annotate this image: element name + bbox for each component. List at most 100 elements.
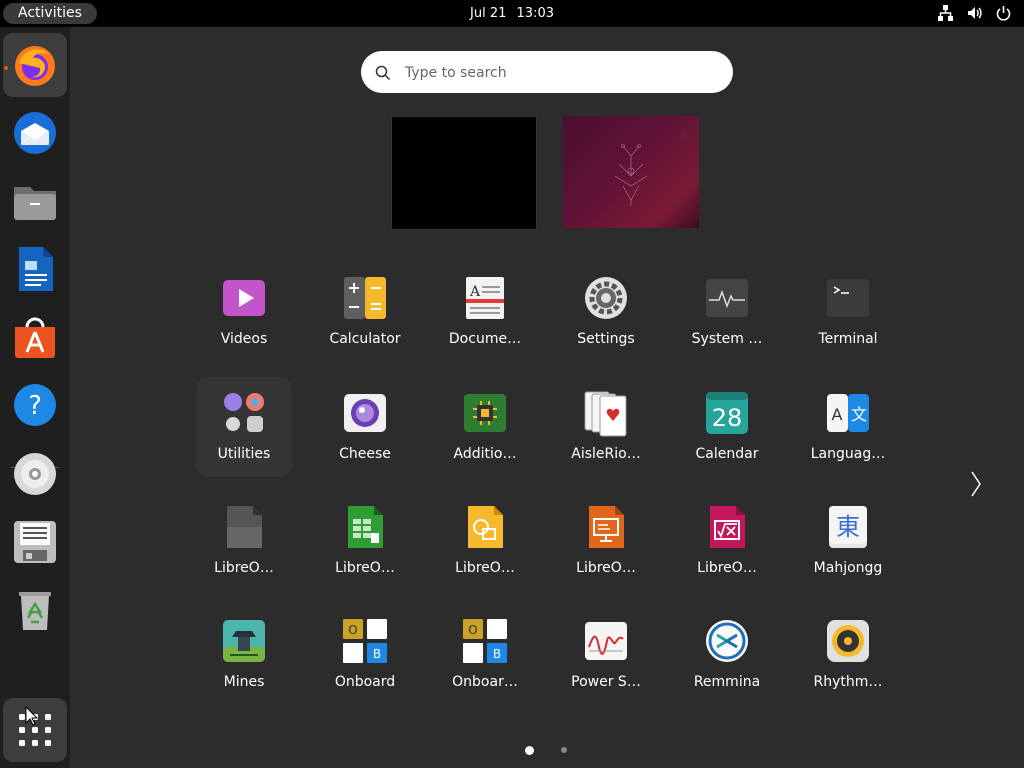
app-label: LibreO… (576, 560, 636, 576)
app-calculator[interactable]: Calculator (317, 262, 413, 362)
dock-trash[interactable] (3, 578, 67, 642)
dock-thunderbird[interactable] (3, 101, 67, 165)
mines-icon (223, 620, 265, 662)
app-system-monitor[interactable]: System … (679, 262, 775, 362)
trash-icon (19, 592, 51, 630)
page-indicator-1[interactable] (525, 746, 534, 755)
remmina-icon (706, 620, 748, 662)
network-icon[interactable] (937, 4, 954, 22)
app-document-viewer[interactable]: A Docume… (437, 262, 533, 362)
help-icon: ? (14, 384, 56, 426)
calendar-icon: 28 (706, 392, 748, 434)
wallpaper-mascot-image (614, 130, 687, 206)
app-settings[interactable]: Settings (558, 262, 654, 362)
app-utilities-folder[interactable]: Utilities (196, 377, 292, 477)
calendar-day-badge: 28 (712, 404, 743, 432)
libreoffice-math-icon (710, 506, 745, 548)
thunderbird-icon (14, 112, 56, 154)
app-language-support[interactable]: A文 Languag… (800, 377, 896, 477)
app-libreoffice-calc[interactable]: LibreO… (317, 491, 413, 591)
dock-disc[interactable] (3, 442, 67, 506)
app-label: System … (691, 331, 763, 347)
terminal-icon (827, 279, 869, 317)
app-libreoffice-impress[interactable]: LibreO… (558, 491, 654, 591)
dock-help[interactable]: ? (3, 373, 67, 437)
app-rhythmbox[interactable]: Rhythm… (800, 605, 896, 705)
additional-drivers-icon (464, 394, 506, 432)
app-terminal[interactable]: Terminal (800, 262, 896, 362)
dock-firefox[interactable] (3, 33, 67, 97)
floppy-icon (14, 521, 56, 563)
utilities-folder-icon (224, 393, 264, 432)
app-onboard-settings[interactable]: OB Onboar… (437, 605, 533, 705)
page-indicator-2[interactable] (561, 747, 567, 753)
calculator-icon (344, 277, 386, 319)
search-box[interactable] (361, 51, 733, 95)
app-libreoffice-draw[interactable]: LibreO… (437, 491, 533, 591)
app-additional-drivers[interactable]: Additio… (437, 377, 533, 477)
app-label: Onboar… (452, 674, 518, 690)
app-label: LibreO… (455, 560, 515, 576)
app-label: Calendar (695, 446, 759, 462)
power-statistics-icon (585, 622, 627, 660)
top-bar: Activities Jul 21 13:03 (0, 0, 1024, 27)
search-input[interactable] (403, 51, 707, 95)
svg-text:A: A (469, 284, 481, 300)
app-aisleriot[interactable]: AisleRio… (558, 377, 654, 477)
settings-icon (585, 277, 627, 319)
mahjongg-icon: 東 (829, 506, 867, 548)
app-label: Utilities (217, 446, 271, 462)
app-label: Cheese (339, 446, 391, 462)
app-libreoffice-math[interactable]: LibreO… (679, 491, 775, 591)
onboard-settings-icon: OB (463, 619, 507, 663)
workspace-thumbnail-1[interactable] (391, 116, 537, 230)
app-libreoffice[interactable]: LibreO… (196, 491, 292, 591)
libreoffice-calc-icon (348, 506, 383, 548)
onboard-icon: OB (343, 619, 387, 663)
app-cheese[interactable]: Cheese (317, 377, 413, 477)
date-label: Jul 21 (470, 6, 507, 21)
workspace-thumbnail-2[interactable] (563, 116, 699, 228)
libreoffice-impress-icon (589, 506, 624, 548)
disc-icon (14, 453, 56, 495)
onboard-key-o: O (468, 623, 477, 637)
app-mines[interactable]: Mines (196, 605, 292, 705)
app-label: Languag… (810, 446, 886, 462)
rhythmbox-icon (827, 620, 869, 662)
app-mahjongg[interactable]: 東 Mahjongg (800, 491, 896, 591)
libreoffice-draw-icon (468, 506, 503, 548)
app-videos[interactable]: Videos (196, 262, 292, 362)
clock[interactable]: Jul 21 13:03 (0, 0, 1024, 27)
language-glyph-latin: A (832, 405, 843, 424)
app-calendar[interactable]: 28 Calendar (679, 377, 775, 477)
app-label: Rhythm… (813, 674, 883, 690)
language-support-icon: A文 (827, 394, 869, 432)
libreoffice-icon (227, 506, 262, 548)
svg-text:?: ? (28, 391, 42, 421)
app-label: Terminal (818, 331, 878, 347)
document-viewer-icon: A (466, 277, 504, 319)
onboard-key-b: B (373, 647, 381, 661)
app-label: Additio… (453, 446, 517, 462)
app-label: Remmina (693, 674, 761, 690)
onboard-key-b: B (493, 647, 501, 661)
dock-libreoffice-writer[interactable] (3, 237, 67, 301)
app-remmina[interactable]: Remmina (679, 605, 775, 705)
app-label: Onboard (334, 674, 396, 690)
aisleriot-icon (584, 391, 627, 437)
system-tray[interactable] (937, 4, 1012, 22)
app-power-statistics[interactable]: Power S… (558, 605, 654, 705)
dock-files[interactable] (3, 169, 67, 233)
language-glyph-cjk: 文 (851, 405, 867, 424)
dock-app-center[interactable] (3, 305, 67, 369)
next-page-arrow-icon[interactable] (966, 468, 986, 500)
dock-text-editor[interactable] (3, 510, 67, 574)
app-label: Calculator (329, 331, 401, 347)
app-label: Settings (577, 331, 635, 347)
mouse-cursor-icon (25, 706, 39, 726)
mahjongg-glyph: 東 (836, 513, 860, 541)
app-onboard[interactable]: OB Onboard (317, 605, 413, 705)
volume-icon[interactable] (966, 4, 983, 22)
app-label: Power S… (571, 674, 641, 690)
power-icon[interactable] (995, 4, 1012, 22)
